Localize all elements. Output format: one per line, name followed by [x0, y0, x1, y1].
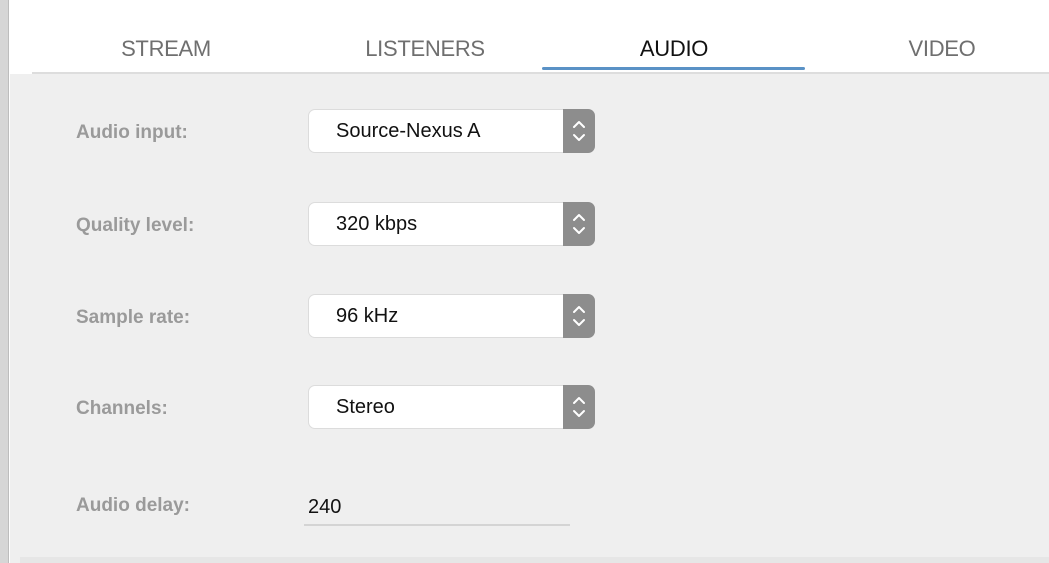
quality-level-label: Quality level:: [76, 215, 195, 236]
sample-rate-select[interactable]: 96 kHz: [308, 294, 595, 338]
panel-bottom-edge: [20, 557, 1049, 563]
active-tab-indicator: [542, 67, 805, 70]
audio-delay-underline: [304, 524, 570, 526]
chevron-up-down-icon[interactable]: [563, 385, 595, 429]
tab-bar: STREAM LISTENERS AUDIO VIDEO: [10, 0, 1049, 74]
tab-listeners[interactable]: LISTENERS: [340, 36, 510, 66]
chevron-up-down-icon[interactable]: [563, 294, 595, 338]
sample-rate-label: Sample rate:: [76, 307, 191, 328]
channels-label: Channels:: [76, 398, 168, 419]
audio-input-select[interactable]: Source-Nexus A: [308, 109, 595, 153]
channels-value: Stereo: [336, 396, 395, 418]
audio-settings-panel: Audio input: Source-Nexus A Quality leve…: [10, 74, 1049, 563]
audio-delay-input[interactable]: 240: [308, 496, 341, 519]
quality-level-select[interactable]: 320 kbps: [308, 202, 595, 246]
app-window: STREAM LISTENERS AUDIO VIDEO Audio input…: [0, 0, 1049, 563]
chevron-up-down-icon[interactable]: [563, 202, 595, 246]
audio-input-value: Source-Nexus A: [336, 120, 481, 142]
window-left-edge: [0, 0, 9, 563]
tab-stream[interactable]: STREAM: [96, 36, 236, 66]
tab-audio[interactable]: AUDIO: [604, 36, 744, 66]
audio-input-label: Audio input:: [76, 122, 188, 143]
sample-rate-value: 96 kHz: [336, 305, 399, 327]
tab-video[interactable]: VIDEO: [872, 36, 1012, 66]
audio-delay-label: Audio delay:: [76, 495, 191, 516]
quality-level-value: 320 kbps: [336, 213, 418, 235]
channels-select[interactable]: Stereo: [308, 385, 595, 429]
chevron-up-down-icon[interactable]: [563, 109, 595, 153]
